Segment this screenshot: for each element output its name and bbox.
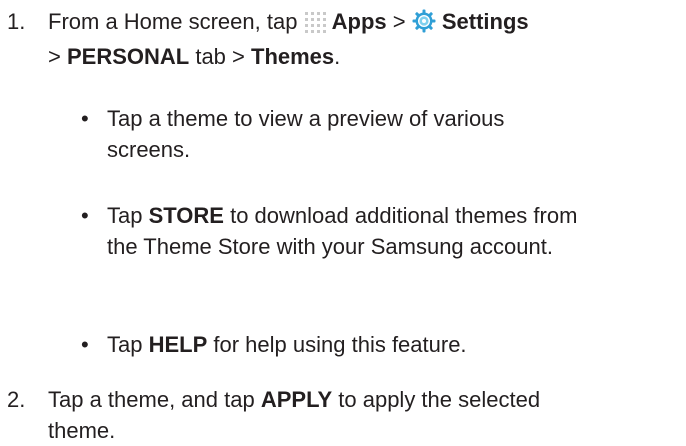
apps-label: Apps xyxy=(331,9,387,34)
apply-label: APPLY xyxy=(260,387,333,412)
themes-label: Themes xyxy=(251,44,335,69)
bullet-dot: • xyxy=(81,332,89,357)
bullet-text: Tap a theme to view a preview of various… xyxy=(107,106,505,162)
bullet-dot: • xyxy=(81,106,89,131)
bullet-dot: • xyxy=(81,203,89,228)
settings-label: Settings xyxy=(441,9,529,34)
personal-label: PERSONAL xyxy=(66,44,190,69)
list-item: • Tap HELP for help using this feature. xyxy=(81,329,681,360)
step-2: 2. Tap a theme, and tap APPLY to apply t… xyxy=(7,384,679,446)
bullet-text: Tap STORE to download additional themes … xyxy=(107,203,578,259)
bullet-text: Tap HELP for help using this feature. xyxy=(107,332,467,357)
step-1: 1. From a Home screen, tap Apps > Settin… xyxy=(7,6,679,72)
step-number: 2. xyxy=(7,387,26,412)
help-label: HELP xyxy=(148,332,208,357)
apps-grid-icon xyxy=(304,10,326,41)
step-number: 1. xyxy=(7,9,26,34)
list-item: • Tap a theme to view a preview of vario… xyxy=(81,103,681,165)
step-text: From a Home screen, tap Apps > Settings … xyxy=(48,9,529,69)
store-label: STORE xyxy=(148,203,224,228)
settings-gear-icon xyxy=(412,9,436,41)
step-text: Tap a theme, and tap APPLY to apply the … xyxy=(48,387,541,443)
list-item: • Tap STORE to download additional theme… xyxy=(81,200,681,262)
